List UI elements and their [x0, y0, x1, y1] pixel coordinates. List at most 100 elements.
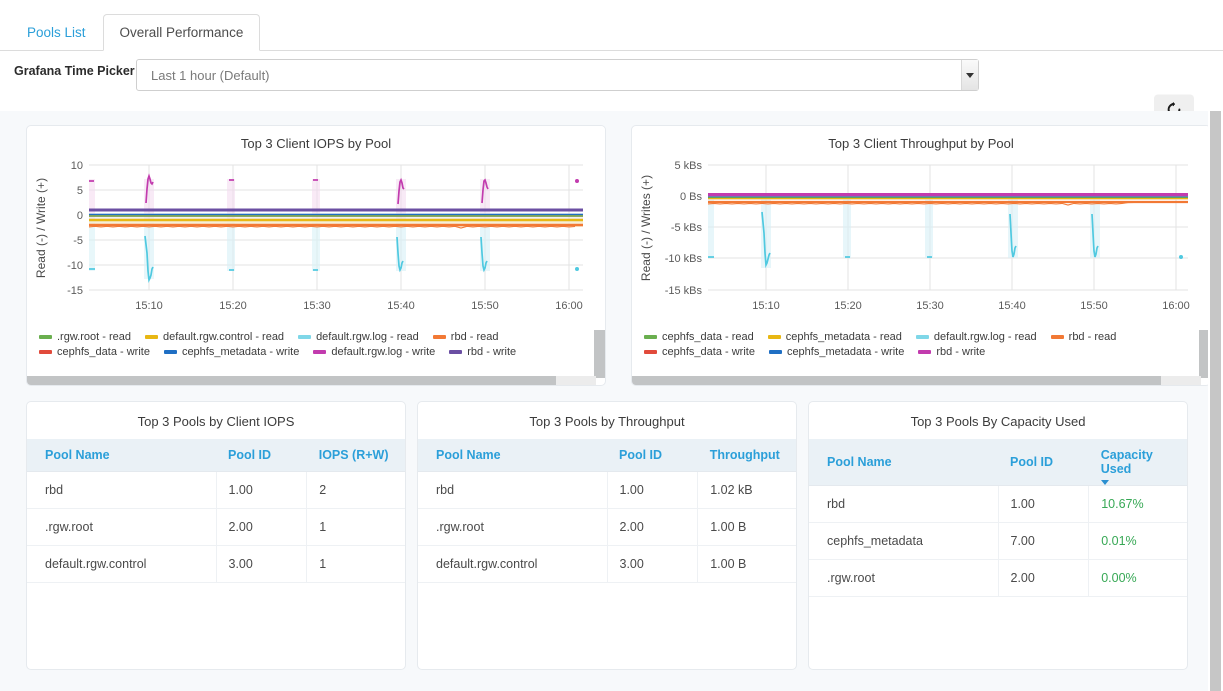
- tab-pools-list[interactable]: Pools List: [10, 14, 103, 51]
- legend-label: cephfs_data - write: [57, 346, 150, 358]
- table-row[interactable]: .rgw.root 2.00 1: [27, 508, 405, 546]
- cell-pool-name: default.rgw.control: [27, 545, 217, 583]
- svg-text:-10: -10: [67, 260, 83, 272]
- dashboard-body: Top 3 Client IOPS by Pool 10 5 0 -5 -10 …: [0, 111, 1223, 691]
- legend-swatch-icon: [449, 350, 463, 354]
- column-header-pool-name[interactable]: Pool Name: [418, 439, 607, 472]
- legend-label: rbd - read: [1068, 331, 1117, 343]
- table-top-pools-capacity: Pool Name Pool ID Capacity Used rbd 1.00…: [809, 439, 1187, 597]
- table-row[interactable]: cephfs_metadata 7.00 0.01%: [809, 522, 1187, 560]
- cell-pool-id: 1.00: [607, 471, 699, 509]
- chart-row: Top 3 Client IOPS by Pool 10 5 0 -5 -10 …: [26, 125, 1213, 386]
- table-row[interactable]: rbd 1.00 10.67%: [809, 480, 1187, 523]
- column-header-iops[interactable]: IOPS (R+W): [306, 439, 405, 472]
- chart-vertical-scrollbar[interactable]: [594, 126, 605, 378]
- cell-value: 1.00 B: [697, 508, 796, 546]
- legend-swatch-icon: [1050, 335, 1064, 339]
- legend-item[interactable]: cephfs_data - read: [644, 331, 754, 343]
- column-header-pool-name[interactable]: Pool Name: [809, 439, 998, 486]
- table-row[interactable]: default.rgw.control 3.00 1.00 B: [418, 545, 796, 583]
- panel-client-iops-chart: Top 3 Client IOPS by Pool 10 5 0 -5 -10 …: [26, 125, 606, 386]
- column-header-pool-id[interactable]: Pool ID: [607, 439, 698, 472]
- column-header-pool-id[interactable]: Pool ID: [216, 439, 307, 472]
- legend-item[interactable]: .rgw.root - read: [39, 331, 131, 343]
- legend-item[interactable]: cephfs_metadata - read: [767, 331, 902, 343]
- svg-text:5 kBs: 5 kBs: [674, 160, 702, 172]
- cell-pool-name: cephfs_metadata: [809, 522, 999, 560]
- cell-value: 2: [306, 471, 405, 509]
- chart-title-iops: Top 3 Client IOPS by Pool: [240, 136, 392, 151]
- column-header-pool-id[interactable]: Pool ID: [998, 439, 1089, 486]
- svg-text:-15 kBs: -15 kBs: [665, 285, 703, 297]
- table-header-row: Pool Name Pool ID Capacity Used: [809, 439, 1187, 486]
- table-top-pools-throughput: Pool Name Pool ID Throughput rbd 1.00 1.…: [418, 439, 796, 583]
- svg-text:0 Bs: 0 Bs: [680, 191, 703, 203]
- page-vertical-scrollbar[interactable]: [1208, 111, 1223, 691]
- cell-pool-id: 2.00: [216, 508, 308, 546]
- cell-pool-id: 3.00: [216, 545, 308, 583]
- table-title-iops: Top 3 Pools by Client IOPS: [137, 414, 295, 429]
- legend-swatch-icon: [915, 335, 929, 339]
- chart-title-throughput: Top 3 Client Throughput by Pool: [828, 136, 1014, 151]
- cell-pool-name: rbd: [809, 485, 999, 523]
- svg-text:10: 10: [71, 160, 83, 172]
- legend-label: default.rgw.log - write: [331, 346, 436, 358]
- legend-swatch-icon: [144, 335, 158, 339]
- capacity-value: 10.67%: [1101, 497, 1144, 511]
- legend-item[interactable]: default.rgw.control - read: [144, 331, 285, 343]
- legend-item[interactable]: rbd - read: [432, 331, 499, 343]
- table-row[interactable]: default.rgw.control 3.00 1: [27, 545, 405, 583]
- legend-label: cephfs_metadata - read: [785, 331, 902, 343]
- svg-text:15:10: 15:10: [752, 300, 780, 312]
- legend-swatch-icon: [644, 350, 657, 354]
- svg-text:15:20: 15:20: [219, 300, 247, 312]
- legend-swatch-icon: [432, 335, 446, 339]
- legend-item[interactable]: default.rgw.log - read: [915, 331, 1037, 343]
- cell-capacity-used: 0.01%: [1088, 522, 1187, 560]
- legend-item[interactable]: default.rgw.log - write: [313, 346, 435, 358]
- column-header-capacity-used[interactable]: Capacity Used: [1088, 439, 1187, 486]
- legend-row: cephfs_data - write cephfs_metadata - wr…: [39, 346, 579, 358]
- column-header-pool-name[interactable]: Pool Name: [27, 439, 216, 472]
- table-row[interactable]: .rgw.root 2.00 0.00%: [809, 559, 1187, 597]
- legend-item[interactable]: cephfs_metadata - write: [163, 346, 299, 358]
- legend-label: cephfs_metadata - write: [786, 346, 905, 358]
- svg-text:15:50: 15:50: [471, 300, 499, 312]
- grafana-time-picker-label: Grafana Time Picker: [14, 64, 135, 78]
- chart-legend-throughput: cephfs_data - read cephfs_metadata - rea…: [632, 328, 1184, 358]
- table-row[interactable]: rbd 1.00 1.02 kB: [418, 471, 796, 509]
- legend-swatch-icon: [298, 335, 312, 339]
- table-title-throughput: Top 3 Pools by Throughput: [529, 414, 685, 429]
- legend-row: cephfs_data - write cephfs_metadata - wr…: [644, 346, 1184, 358]
- svg-text:-5: -5: [73, 235, 83, 247]
- table-row: Top 3 Pools by Client IOPS Pool Name Poo…: [26, 401, 1213, 670]
- table-header-row: Pool Name Pool ID IOPS (R+W): [27, 439, 405, 472]
- panel-top-pools-iops: Top 3 Pools by Client IOPS Pool Name Poo…: [26, 401, 406, 670]
- svg-text:Read (-) / Write (+): Read (-) / Write (+): [34, 178, 48, 278]
- legend-item[interactable]: rbd - write: [918, 346, 985, 358]
- legend-label: default.rgw.control - read: [162, 331, 285, 343]
- legend-item[interactable]: cephfs_data - write: [39, 346, 150, 358]
- grafana-time-picker-select[interactable]: Last 1 hour (Default): [136, 59, 979, 91]
- table-row[interactable]: .rgw.root 2.00 1.00 B: [418, 508, 796, 546]
- legend-label: default.rgw.log - read: [316, 331, 419, 343]
- cell-pool-id: 3.00: [607, 545, 699, 583]
- table-row[interactable]: rbd 1.00 2: [27, 471, 405, 509]
- tab-overall-performance[interactable]: Overall Performance: [102, 13, 261, 51]
- legend-swatch-icon: [644, 335, 657, 339]
- svg-text:15:20: 15:20: [834, 300, 862, 312]
- tab-pools-list-label: Pools List: [27, 24, 86, 40]
- cell-pool-name: rbd: [27, 471, 217, 509]
- cell-pool-name: default.rgw.control: [418, 545, 608, 583]
- legend-item[interactable]: cephfs_data - write: [644, 346, 755, 358]
- legend-item[interactable]: default.rgw.log - read: [298, 331, 419, 343]
- table-title-capacity: Top 3 Pools By Capacity Used: [910, 414, 1086, 429]
- column-header-throughput[interactable]: Throughput: [697, 439, 796, 472]
- cell-value: 1.00 B: [697, 545, 796, 583]
- chart-horizontal-scrollbar[interactable]: [27, 376, 596, 385]
- chart-horizontal-scrollbar[interactable]: [632, 376, 1201, 385]
- svg-text:15:40: 15:40: [998, 300, 1026, 312]
- legend-item[interactable]: rbd - read: [1050, 331, 1117, 343]
- legend-item[interactable]: cephfs_metadata - write: [768, 346, 905, 358]
- legend-item[interactable]: rbd - write: [449, 346, 516, 358]
